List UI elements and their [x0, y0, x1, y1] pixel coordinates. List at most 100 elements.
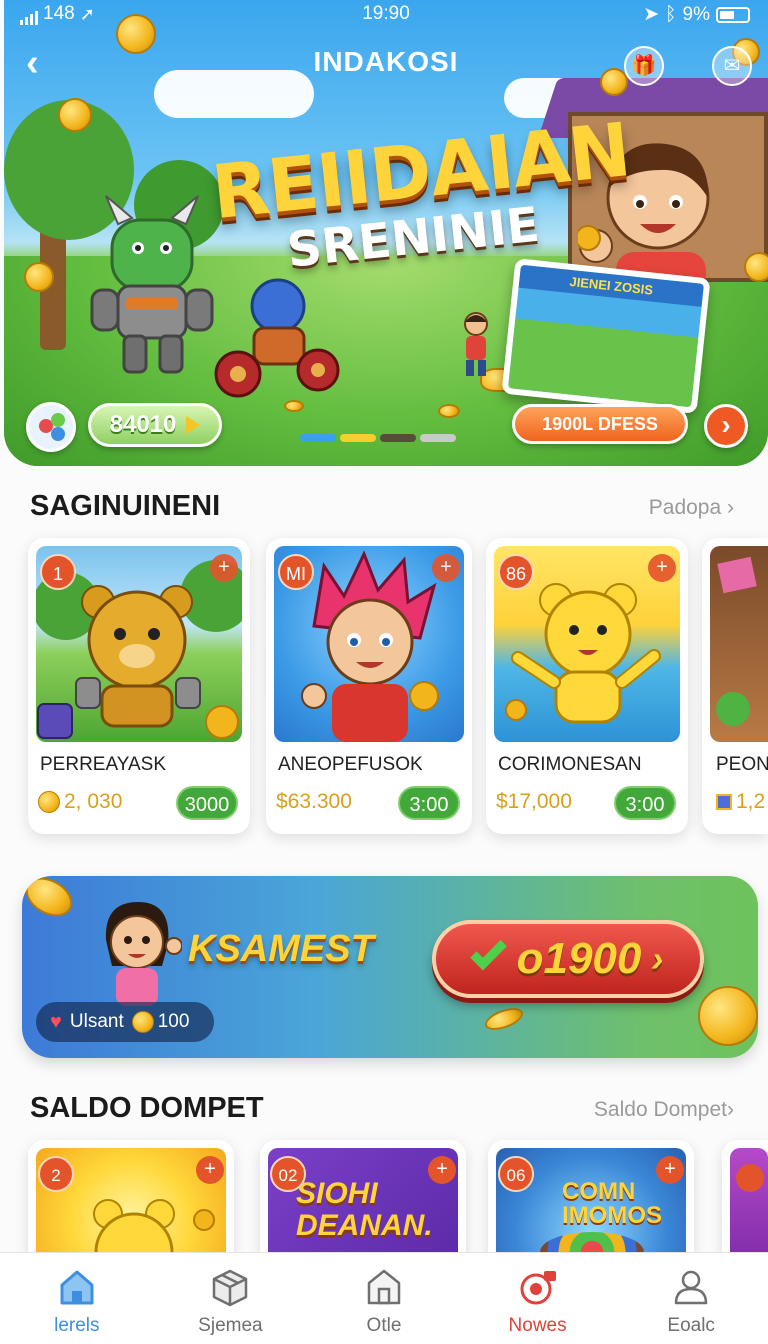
coin-icon	[58, 98, 92, 132]
product-card[interactable]: 86 + CORIMONESAN $17,000 3:00	[486, 538, 688, 834]
add-icon[interactable]: +	[196, 1156, 224, 1184]
nav-item-news[interactable]: Nowes	[461, 1253, 615, 1344]
nav-item-home[interactable]: lerels	[0, 1253, 154, 1344]
gift-box-icon	[717, 556, 757, 594]
bear-coin-icon	[38, 791, 60, 813]
coin-icon	[24, 262, 54, 292]
game-preview-card: JIENEI ZOSIS	[501, 258, 711, 414]
girl-character	[105, 902, 182, 1006]
user-icon	[674, 1270, 708, 1305]
battery-icon	[716, 6, 750, 23]
heart-icon: ♥	[50, 1010, 62, 1033]
product-card[interactable]: PEONI 1,2	[702, 538, 768, 834]
status-bar: 148 ➚ 19:90 ➤ ᛒ 9%	[4, 0, 768, 28]
card-price: $63.300	[276, 790, 352, 814]
status-right: ➤ ᛒ 9%	[643, 3, 750, 26]
card-title: CORIMONESAN	[498, 754, 642, 775]
section-link-label: Padopa	[648, 496, 722, 519]
user-coins: 100	[157, 1011, 190, 1032]
bottom-navigation: lerels Sjemea Otle Nowes Eoalc	[0, 1252, 768, 1344]
section-link-label: Saldo Dompet	[593, 1098, 727, 1121]
promo-banner[interactable]: KSAMEST o1900 › ♥ Ulsant 100	[22, 876, 758, 1058]
coin-icon	[284, 400, 304, 412]
promo-button-value: o1900	[516, 934, 642, 983]
wallet-card[interactable]: COMN IMOMOS 06 +	[488, 1140, 694, 1270]
user-coin-chip[interactable]: ♥ Ulsant 100	[36, 1002, 214, 1042]
card-price: $17,000	[496, 790, 572, 814]
hero-banner[interactable]: JIENEI ZOSIS REIIDAIAN SRENINIE 148 ➚ 19…	[4, 0, 768, 466]
card-rank-badge: 86	[498, 554, 534, 590]
add-icon[interactable]: +	[432, 554, 460, 582]
promo-claim-button[interactable]: o1900 ›	[432, 920, 704, 998]
home-icon	[60, 1270, 94, 1305]
card-price: 1,2	[716, 790, 765, 814]
card-title: PERREAYASK	[40, 754, 167, 775]
wallet-card[interactable]: SIOHI DEANAN. 02 +	[260, 1140, 466, 1270]
card-title: PEONI	[716, 754, 768, 775]
card-title: ANEOPEFUSOK	[278, 754, 423, 775]
wallet-card[interactable]: 2 +	[28, 1140, 234, 1270]
hero-cta-button[interactable]: 1900L DFESS	[512, 404, 688, 444]
carousel-dots[interactable]	[300, 434, 456, 442]
robot-character	[90, 195, 214, 374]
chat-icon[interactable]: ✉	[712, 46, 752, 86]
card-buy-button[interactable]: 3:00	[614, 786, 676, 820]
apple-icon	[716, 692, 750, 726]
carousel-dot[interactable]	[380, 434, 416, 442]
play-arrow-icon	[186, 416, 201, 434]
promo-title: KSAMEST	[188, 928, 374, 970]
building-icon	[367, 1269, 401, 1305]
game-preview-ground	[508, 318, 699, 408]
nav-item-profile[interactable]: Eoalc	[614, 1253, 768, 1344]
nav-label: Otle	[366, 1315, 402, 1336]
product-card[interactable]: MI + ANEOPEFUSOK $63.300 3:00	[266, 538, 472, 834]
badge-icon	[736, 1164, 764, 1192]
robot-character	[214, 278, 340, 398]
add-icon[interactable]: +	[648, 554, 676, 582]
coin-balance-pill[interactable]: 84010	[88, 403, 222, 447]
child-character	[464, 312, 488, 376]
product-card[interactable]: 1 + PERREAYASK 2, 030 3000	[28, 538, 250, 834]
section-see-more-link[interactable]: Padopa ›	[649, 496, 734, 520]
carousel-dot[interactable]	[300, 434, 336, 442]
target-icon	[520, 1271, 556, 1305]
carousel-dot[interactable]	[420, 434, 456, 442]
card-buy-button[interactable]: 3:00	[398, 786, 460, 820]
coin-icon	[22, 876, 80, 925]
section-title: SAGINUINENI	[30, 490, 221, 522]
coin-icon	[698, 986, 758, 1046]
card-rank-badge: 02	[270, 1156, 306, 1192]
next-arrow-icon[interactable]: ›	[704, 404, 748, 448]
card-price: 2, 030	[38, 790, 122, 814]
wallet-card[interactable]	[722, 1140, 768, 1270]
card-art-text: SIOHI DEANAN.	[296, 1177, 433, 1242]
bluetooth-icon: ᛒ	[665, 3, 677, 25]
coin-icon	[438, 404, 460, 418]
nav-item-building[interactable]: Otle	[307, 1253, 461, 1344]
card-buy-button[interactable]: 3000	[176, 786, 238, 820]
card-price-value: $17,000	[496, 790, 572, 813]
card-price-value: 1,2	[736, 790, 766, 813]
card-rank-badge: MI	[278, 554, 314, 590]
user-label: Ulsant	[69, 1011, 124, 1032]
coin-icon	[744, 252, 768, 282]
gift-icon[interactable]: 🎁	[624, 46, 664, 86]
location-icon: ➤	[643, 4, 660, 25]
nav-label: lerels	[54, 1315, 100, 1336]
add-icon[interactable]: +	[428, 1156, 456, 1184]
avatar[interactable]	[26, 402, 76, 452]
nav-item-box[interactable]: Sjemea	[154, 1253, 308, 1344]
card-art-text: COMN IMOMOS	[562, 1178, 662, 1229]
card-price-value: $63.300	[276, 790, 352, 813]
card-rank-badge: 2	[38, 1156, 74, 1192]
section-title: SALDO DOMPET	[30, 1092, 264, 1124]
add-icon[interactable]: +	[656, 1156, 684, 1184]
add-icon[interactable]: +	[210, 554, 238, 582]
carousel-dot[interactable]	[340, 434, 376, 442]
nav-label: Eoalc	[667, 1315, 715, 1336]
nav-label: Sjemea	[198, 1315, 263, 1336]
nav-label: Nowes	[508, 1315, 567, 1336]
section-see-more-link[interactable]: Saldo Dompet›	[594, 1098, 734, 1122]
app-screen: JIENEI ZOSIS REIIDAIAN SRENINIE 148 ➚ 19…	[0, 0, 768, 1344]
battery-percent: 9%	[682, 3, 710, 25]
